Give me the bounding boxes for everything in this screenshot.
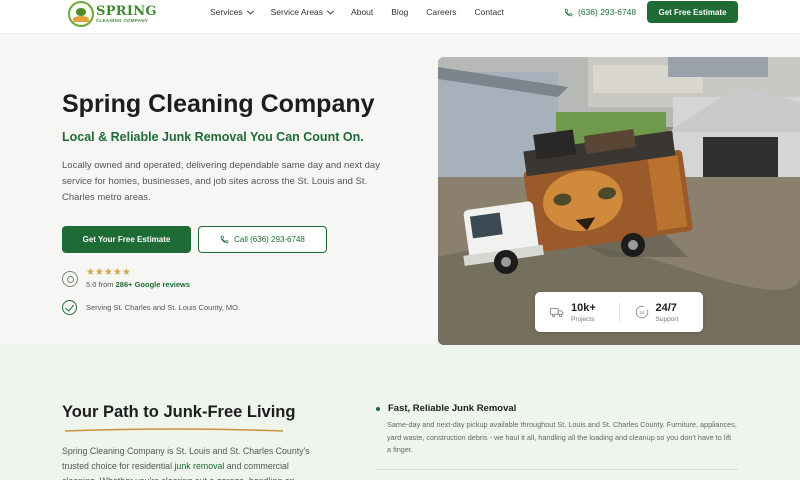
google-rating: ★★★★★ 5.0 from 286+ Google reviews: [62, 268, 190, 289]
stat-value: 10k+: [571, 301, 596, 314]
feature-item-text: Same-day and next-day pickup available t…: [387, 420, 737, 454]
stat-label: Support: [655, 315, 679, 323]
nav-item-blog[interactable]: Blog: [391, 7, 408, 17]
path-section: Your Path to Junk-Free Living Spring Cle…: [0, 345, 800, 480]
nav-item-service-areas[interactable]: Service Areas: [270, 7, 335, 17]
hero-description: Locally owned and operated, delivering d…: [62, 160, 380, 203]
nav-item-label: About: [351, 7, 374, 17]
stat-text: 24/7 Support: [656, 302, 679, 323]
nav-item-label: Contact: [474, 7, 504, 17]
nav-item-services[interactable]: Services: [210, 7, 254, 17]
stat-projects: 10k+ Projects: [535, 302, 619, 323]
nav-item-label: Services: [210, 7, 243, 17]
logo-emblem-icon: [68, 1, 94, 27]
nav-item-about[interactable]: About: [351, 7, 373, 17]
hero-call-button[interactable]: Call (636) 293-6748: [198, 226, 327, 253]
title-underline-decoration: [64, 428, 284, 432]
nav-estimate-button[interactable]: Get Free Estimate: [647, 1, 738, 23]
top-navigation: SPRING CLEANING COMPANY Services Service…: [0, 0, 800, 34]
bullet-dot-icon: [376, 406, 380, 411]
stats-card: 10k+ Projects 24 24/7 Support: [535, 292, 703, 332]
clock-24-icon: 24: [635, 305, 648, 319]
main-menu: Services Service Areas About Blog Career…: [210, 0, 522, 24]
hero-call-label: Call (636) 293-6748: [234, 235, 305, 244]
logo-wordmark: SPRING: [96, 3, 157, 19]
nav-item-label: Blog: [391, 7, 409, 17]
logo-tagline: CLEANING COMPANY: [96, 17, 149, 23]
phone-icon: [220, 235, 229, 244]
stat-label: Projects: [571, 315, 595, 323]
stat-value: 24/7: [655, 301, 677, 314]
google-reviews-link[interactable]: 286+ Google reviews: [116, 280, 190, 289]
award-badge-icon: [62, 270, 78, 287]
rating-score: 5.0 from: [86, 280, 114, 289]
chevron-down-icon: [246, 7, 254, 15]
svg-text:24: 24: [639, 310, 645, 315]
check-circle-icon: [62, 300, 77, 315]
logo-text: SPRING CLEANING COMPANY: [96, 5, 157, 24]
stat-support: 24 24/7 Support: [618, 301, 704, 323]
stat-text: 10k+ Projects: [571, 302, 596, 323]
nav-phone-number: (636) 293-6748: [578, 7, 637, 17]
divider: [376, 469, 738, 470]
feature-title-text: Fast, Reliable Junk Removal: [388, 403, 517, 414]
nav-item-careers[interactable]: Careers: [426, 7, 456, 17]
junk-removal-link[interactable]: junk removal: [174, 461, 224, 471]
chevron-down-icon: [327, 7, 335, 15]
hero-estimate-button[interactable]: Get Your Free Estimate: [62, 226, 191, 253]
nav-phone-link[interactable]: (636) 293-6748: [564, 0, 636, 24]
nav-item-label: Service Areas: [270, 7, 324, 17]
phone-icon: [564, 8, 573, 16]
path-section-title: Your Path to Junk-Free Living: [62, 403, 296, 421]
rating-block: ★★★★★ 5.0 from 286+ Google reviews: [86, 267, 190, 290]
nav-item-contact[interactable]: Contact: [475, 7, 504, 17]
nav-item-label: Careers: [426, 7, 457, 17]
hero-subtitle: Local & Reliable Junk Removal You Can Co…: [62, 130, 364, 144]
feature-item-title: Fast, Reliable Junk Removal: [376, 403, 516, 414]
brand-logo[interactable]: SPRING CLEANING COMPANY: [68, 1, 157, 27]
rating-text: 5.0 from 286+ Google reviews: [86, 280, 190, 289]
hero-title: Spring Cleaning Company: [62, 90, 375, 118]
service-area-text: Serving St. Charles and St. Louis County…: [86, 303, 241, 312]
rating-stars: ★★★★★: [86, 267, 131, 278]
service-area-note: Serving St. Charles and St. Louis County…: [62, 300, 240, 315]
truck-icon: [550, 308, 564, 318]
path-section-text: Spring Cleaning Company is St. Louis and…: [62, 444, 324, 480]
